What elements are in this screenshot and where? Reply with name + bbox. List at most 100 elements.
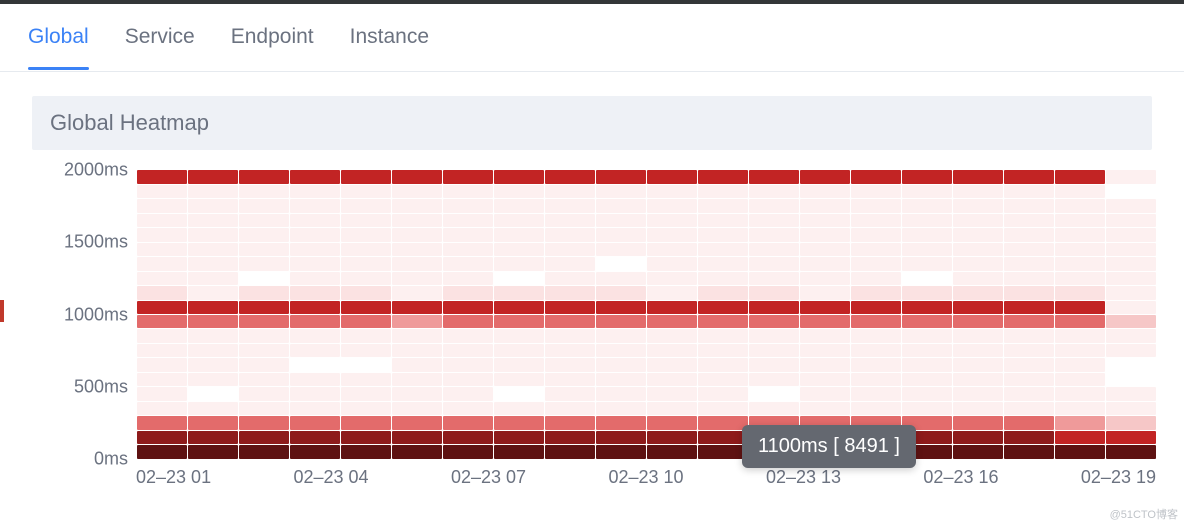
heatmap-cell[interactable] (443, 387, 493, 400)
heatmap-cell[interactable] (851, 344, 901, 357)
heatmap-cell[interactable] (749, 199, 799, 212)
heatmap-cell[interactable] (698, 257, 748, 270)
heatmap-cell[interactable] (851, 243, 901, 256)
heatmap-cell[interactable] (392, 257, 442, 270)
heatmap-cell[interactable] (137, 416, 187, 429)
heatmap-cell[interactable] (1004, 170, 1054, 183)
heatmap-cell[interactable] (239, 358, 289, 371)
heatmap-cell[interactable] (953, 431, 1003, 444)
heatmap-cell[interactable] (596, 228, 646, 241)
heatmap-cell[interactable] (341, 301, 391, 314)
heatmap-cell[interactable] (239, 243, 289, 256)
heatmap-cell[interactable] (1004, 402, 1054, 415)
heatmap-cell[interactable] (188, 257, 238, 270)
heatmap-grid[interactable] (136, 170, 1156, 459)
heatmap-cell[interactable] (392, 402, 442, 415)
heatmap-cell[interactable] (647, 431, 697, 444)
heatmap-cell[interactable] (392, 358, 442, 371)
heatmap-cell[interactable] (749, 272, 799, 285)
heatmap-cell[interactable] (392, 286, 442, 299)
heatmap-cell[interactable] (392, 228, 442, 241)
heatmap-cell[interactable] (137, 301, 187, 314)
heatmap-cell[interactable] (494, 199, 544, 212)
heatmap-cell[interactable] (290, 286, 340, 299)
heatmap-cell[interactable] (749, 170, 799, 183)
heatmap-cell[interactable] (953, 373, 1003, 386)
heatmap-cell[interactable] (239, 402, 289, 415)
heatmap-cell[interactable] (647, 272, 697, 285)
heatmap-cell[interactable] (953, 243, 1003, 256)
heatmap-cell[interactable] (290, 431, 340, 444)
heatmap-cell[interactable] (902, 358, 952, 371)
heatmap-cell[interactable] (137, 445, 187, 458)
heatmap-cell[interactable] (1106, 199, 1156, 212)
heatmap-cell[interactable] (647, 199, 697, 212)
heatmap-cell[interactable] (698, 301, 748, 314)
heatmap-cell[interactable] (290, 243, 340, 256)
heatmap-cell[interactable] (698, 358, 748, 371)
heatmap-cell[interactable] (647, 373, 697, 386)
heatmap-cell[interactable] (1106, 301, 1156, 314)
heatmap-cell[interactable] (800, 301, 850, 314)
heatmap-cell[interactable] (647, 387, 697, 400)
heatmap-cell[interactable] (545, 329, 595, 342)
heatmap-cell[interactable] (494, 214, 544, 227)
heatmap-cell[interactable] (647, 358, 697, 371)
heatmap-cell[interactable] (290, 315, 340, 328)
heatmap-cell[interactable] (800, 257, 850, 270)
heatmap-cell[interactable] (188, 315, 238, 328)
heatmap-cell[interactable] (1055, 315, 1105, 328)
heatmap-cell[interactable] (1106, 416, 1156, 429)
heatmap-cell[interactable] (443, 416, 493, 429)
heatmap-cell[interactable] (443, 170, 493, 183)
heatmap-cell[interactable] (188, 228, 238, 241)
heatmap-cell[interactable] (749, 445, 799, 458)
heatmap-cell[interactable] (341, 416, 391, 429)
heatmap-cell[interactable] (545, 402, 595, 415)
heatmap-cell[interactable] (1106, 214, 1156, 227)
heatmap-cell[interactable] (749, 329, 799, 342)
heatmap-cell[interactable] (1106, 329, 1156, 342)
heatmap-cell[interactable] (137, 199, 187, 212)
heatmap-cell[interactable] (953, 185, 1003, 198)
heatmap-cell[interactable] (800, 358, 850, 371)
heatmap-cell[interactable] (749, 286, 799, 299)
heatmap-cell[interactable] (851, 170, 901, 183)
heatmap-cell[interactable] (647, 185, 697, 198)
heatmap-cell[interactable] (494, 358, 544, 371)
heatmap-cell[interactable] (800, 199, 850, 212)
heatmap-cell[interactable] (188, 344, 238, 357)
heatmap-cell[interactable] (851, 272, 901, 285)
heatmap-cell[interactable] (443, 344, 493, 357)
heatmap-cell[interactable] (749, 373, 799, 386)
heatmap-cell[interactable] (698, 329, 748, 342)
heatmap-cell[interactable] (800, 185, 850, 198)
heatmap-cell[interactable] (443, 228, 493, 241)
heatmap-cell[interactable] (239, 272, 289, 285)
heatmap-cell[interactable] (392, 214, 442, 227)
heatmap-cell[interactable] (1055, 445, 1105, 458)
heatmap-cell[interactable] (953, 228, 1003, 241)
heatmap-cell[interactable] (1004, 416, 1054, 429)
heatmap-cell[interactable] (443, 257, 493, 270)
heatmap-cell[interactable] (392, 315, 442, 328)
heatmap-cell[interactable] (1055, 170, 1105, 183)
heatmap-cell[interactable] (749, 416, 799, 429)
heatmap-cell[interactable] (443, 315, 493, 328)
heatmap-cell[interactable] (443, 358, 493, 371)
heatmap-cell[interactable] (494, 344, 544, 357)
heatmap-cell[interactable] (443, 199, 493, 212)
heatmap-cell[interactable] (698, 214, 748, 227)
heatmap-cell[interactable] (1055, 344, 1105, 357)
heatmap-cell[interactable] (953, 272, 1003, 285)
heatmap-cell[interactable] (1004, 243, 1054, 256)
heatmap-cell[interactable] (137, 373, 187, 386)
heatmap-cell[interactable] (800, 170, 850, 183)
heatmap-cell[interactable] (953, 199, 1003, 212)
heatmap-cell[interactable] (443, 445, 493, 458)
heatmap-cell[interactable] (1055, 272, 1105, 285)
heatmap-cell[interactable] (1106, 170, 1156, 183)
heatmap-cell[interactable] (188, 286, 238, 299)
heatmap-cell[interactable] (1106, 431, 1156, 444)
heatmap-cell[interactable] (698, 199, 748, 212)
